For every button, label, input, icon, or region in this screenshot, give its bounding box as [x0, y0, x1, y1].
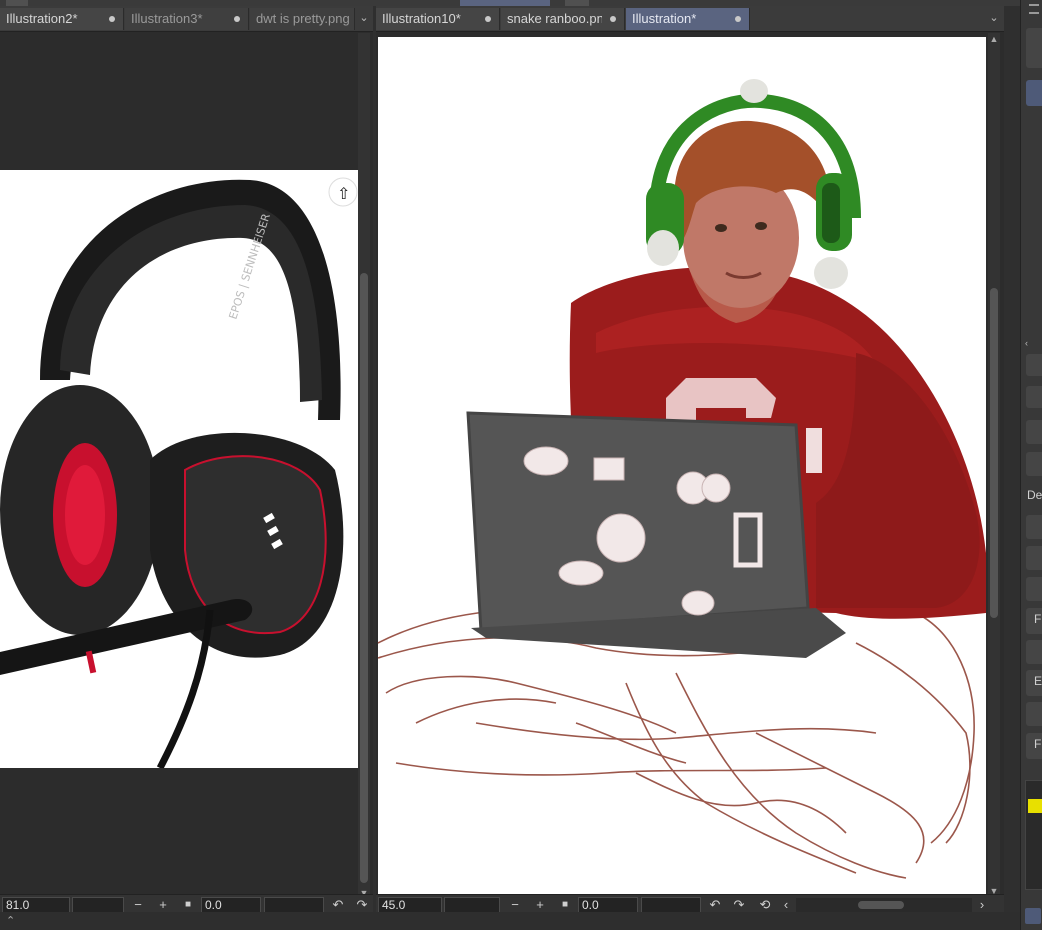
panel-list-item[interactable] — [1026, 452, 1042, 476]
panel-list-item[interactable] — [1026, 640, 1042, 664]
zoom-in-icon[interactable]: + — [532, 897, 548, 913]
tab-label: Illustration2* — [6, 11, 78, 26]
tab-label: Illustration10* — [382, 11, 461, 26]
left-canvas-pane: Illustration2* Illustration3* dwt is pre… — [0, 6, 373, 920]
panel-list-item[interactable] — [1026, 577, 1042, 601]
right-vertical-scrollbar[interactable]: ▲ ▼ — [988, 33, 1000, 899]
right-tab-bar: Illustration10* snake ranboo.png Illustr… — [376, 6, 1004, 32]
tab-modified-dot — [234, 16, 240, 22]
tab-menu-chevron-icon[interactable]: ⌄ — [986, 10, 1002, 26]
reset-rotation-icon[interactable]: ⟲ — [757, 897, 773, 913]
left-canvas[interactable]: EPOS | SENNHEISER ⇧ — [0, 33, 358, 899]
tab-snake-ranboo[interactable]: snake ranboo.png — [501, 8, 625, 30]
panel-tool-button[interactable] — [1026, 28, 1042, 68]
rotation-slider[interactable] — [264, 897, 324, 913]
zoom-field[interactable]: 45.0 — [378, 897, 442, 913]
search-icon[interactable] — [1026, 386, 1042, 408]
collapse-arrow-icon[interactable]: ‹ — [1025, 338, 1035, 348]
tab-illustration10[interactable]: Illustration10* — [376, 8, 500, 30]
panel-list-item[interactable]: E — [1026, 670, 1042, 696]
right-status-bar: 45.0 − + ■ 0.0 ↶ ↷ ⟲ ‹ › — [376, 894, 1004, 914]
zoom-slider[interactable] — [72, 897, 124, 913]
panel-list-item[interactable] — [1026, 515, 1042, 539]
panel-label: F — [1034, 612, 1042, 626]
right-side-panel: ‹ De F E F — [1020, 0, 1042, 930]
stop-icon[interactable]: ■ — [180, 897, 196, 913]
tab-modified-dot — [735, 16, 741, 22]
tab-illustration3[interactable]: Illustration3* — [125, 8, 249, 30]
svg-text:⇧: ⇧ — [337, 184, 350, 203]
panel-expand-button[interactable] — [1026, 80, 1042, 106]
scroll-right-icon[interactable]: › — [974, 897, 990, 913]
right-canvas-pane: Illustration10* snake ranboo.png Illustr… — [376, 6, 1004, 920]
bottom-bar: ⌃ — [0, 912, 1020, 930]
tab-menu-chevron-icon[interactable]: ⌄ — [356, 10, 372, 26]
tab-illustration[interactable]: Illustration* — [626, 8, 750, 30]
panel-footer-button[interactable] — [1025, 908, 1041, 924]
clip-studio-window: Illustration2* Illustration3* dwt is pre… — [0, 0, 1042, 930]
expand-up-icon[interactable]: ⌃ — [6, 914, 15, 927]
rotation-field[interactable]: 0.0 — [578, 897, 638, 913]
scroll-up-arrow-icon[interactable]: ▲ — [988, 33, 1000, 45]
panel-list-item[interactable] — [1026, 546, 1042, 570]
warning-icon — [1028, 799, 1042, 813]
rotation-slider[interactable] — [641, 897, 701, 913]
tab-modified-dot — [109, 16, 115, 22]
tab-label: Illustration3* — [131, 11, 203, 26]
panel-label: F — [1034, 737, 1042, 751]
left-vertical-scrollbar[interactable]: ▼ — [358, 33, 370, 899]
tab-label: snake ranboo.png — [507, 11, 602, 26]
left-status-bar: 81.0 − + ■ 0.0 ↶ ↷ — [0, 894, 373, 914]
scrollbar-thumb[interactable] — [360, 273, 368, 883]
panel-label: E — [1034, 674, 1042, 688]
zoom-in-icon[interactable]: + — [155, 897, 171, 913]
right-canvas[interactable] — [376, 33, 988, 899]
tab-label: Illustration* — [632, 11, 697, 26]
panel-label: De — [1027, 488, 1042, 502]
zoom-slider[interactable] — [444, 897, 500, 913]
headset-reference-image: EPOS | SENNHEISER ⇧ — [0, 170, 358, 768]
rotate-left-icon[interactable]: ↶ — [330, 897, 346, 913]
horizontal-scrollbar[interactable] — [796, 898, 972, 912]
scrollbar-thumb[interactable] — [990, 288, 998, 618]
panel-list-item[interactable]: F — [1026, 733, 1042, 759]
tab-modified-dot — [610, 16, 616, 22]
panel-list-item[interactable]: F — [1026, 608, 1042, 634]
tab-label: dwt is pretty.png — [256, 11, 350, 26]
illustration-artwork — [377, 37, 986, 895]
zoom-out-icon[interactable]: − — [130, 897, 146, 913]
rotate-right-icon[interactable]: ↷ — [731, 897, 747, 913]
tab-modified-dot — [485, 16, 491, 22]
folder-icon[interactable] — [1026, 354, 1042, 376]
tab-illustration2[interactable]: Illustration2* — [0, 8, 124, 30]
zoom-out-icon[interactable]: − — [507, 897, 523, 913]
stop-icon[interactable]: ■ — [557, 897, 573, 913]
zoom-field[interactable]: 81.0 — [2, 897, 70, 913]
panel-list-item[interactable] — [1026, 420, 1042, 444]
layer-preview[interactable] — [1025, 780, 1042, 890]
scrollbar-thumb[interactable] — [858, 901, 904, 909]
tab-dwt-is-pretty[interactable]: dwt is pretty.png — [250, 8, 355, 30]
menu-icon[interactable] — [1029, 4, 1039, 14]
rotate-right-icon[interactable]: ↷ — [354, 897, 370, 913]
rotation-field[interactable]: 0.0 — [201, 897, 261, 913]
left-tab-bar: Illustration2* Illustration3* dwt is pre… — [0, 6, 373, 32]
panel-list-item[interactable] — [1026, 702, 1042, 726]
rotate-left-icon[interactable]: ↶ — [707, 897, 723, 913]
scroll-left-icon[interactable]: ‹ — [778, 897, 794, 913]
